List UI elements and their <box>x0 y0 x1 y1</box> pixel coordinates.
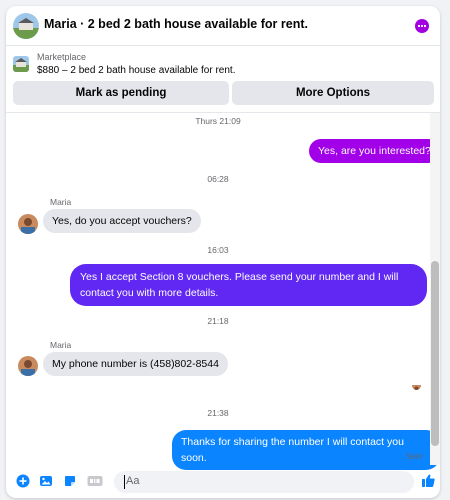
thumbs-up-icon[interactable] <box>421 473 435 487</box>
listing-avatar[interactable] <box>13 13 39 39</box>
timestamp: 16:03 <box>207 245 229 255</box>
incoming-message[interactable]: My phone number is (458)802-8544 <box>43 352 228 376</box>
outgoing-message[interactable]: Yes I accept Section 8 vouchers. Please … <box>70 264 427 306</box>
text-cursor <box>124 475 125 489</box>
outgoing-message[interactable]: Thanks for sharing the number I will con… <box>172 430 440 470</box>
marketplace-banner: Marketplace $880 – 2 bed 2 bath house av… <box>6 47 440 113</box>
delivery-status: Sent <box>406 452 423 461</box>
timestamp: Thurs 21:09 <box>195 116 241 126</box>
sender-name: Maria <box>50 197 72 207</box>
mark-as-pending-button[interactable]: Mark as pending <box>13 81 229 105</box>
plus-circle-icon[interactable] <box>16 474 30 488</box>
message-input-placeholder: Aa <box>126 475 140 487</box>
scrollbar-thumb[interactable] <box>431 261 439 446</box>
chat-window: Maria · 2 bed 2 bath house available for… <box>6 6 440 498</box>
gif-icon[interactable] <box>87 474 103 488</box>
outgoing-message[interactable]: Yes, are you interested? <box>309 139 440 163</box>
timestamp: 06:28 <box>207 174 229 184</box>
message-thread[interactable]: Thurs 21:09 Yes, are you interested? 06:… <box>6 113 440 470</box>
seen-avatar-icon <box>412 381 421 390</box>
message-composer: Aa <box>6 465 440 498</box>
scrollbar[interactable] <box>430 113 440 465</box>
timestamp: 21:38 <box>207 408 229 418</box>
message-input[interactable]: Aa <box>114 471 414 493</box>
contact-avatar[interactable] <box>18 214 38 234</box>
incoming-message[interactable]: Yes, do you accept vouchers? <box>43 209 201 233</box>
chat-header[interactable]: Maria · 2 bed 2 bath house available for… <box>6 6 440 46</box>
timestamp: 21:18 <box>207 316 229 326</box>
more-options-button[interactable]: More Options <box>232 81 434 105</box>
contact-avatar[interactable] <box>18 356 38 376</box>
chat-title[interactable]: Maria · 2 bed 2 bath house available for… <box>44 17 308 31</box>
sender-name: Maria <box>50 340 72 350</box>
listing-price-title[interactable]: $880 – 2 bed 2 bath house available for … <box>37 65 235 76</box>
marketplace-label: Marketplace <box>37 52 87 62</box>
more-options-icon[interactable] <box>415 19 429 33</box>
image-icon[interactable] <box>39 474 53 488</box>
listing-thumbnail[interactable] <box>13 56 29 72</box>
sticker-icon[interactable] <box>63 474 77 488</box>
